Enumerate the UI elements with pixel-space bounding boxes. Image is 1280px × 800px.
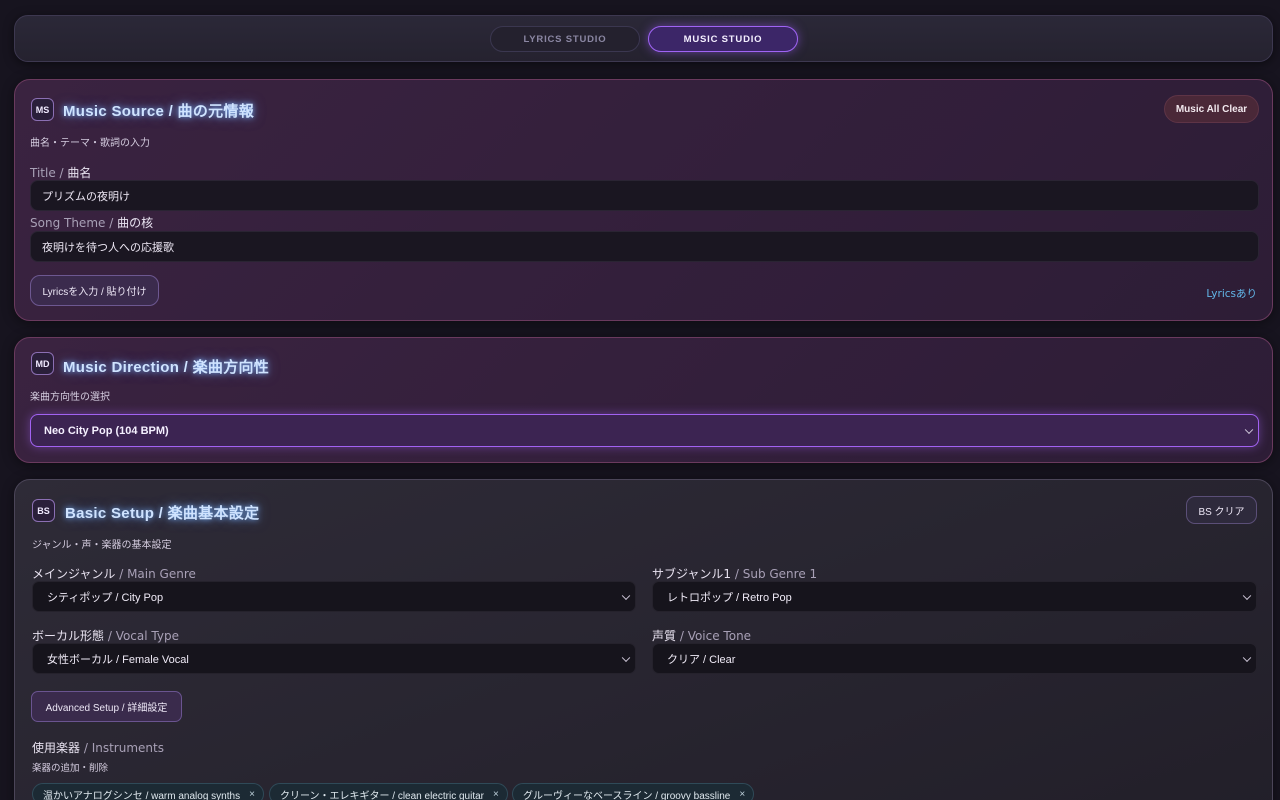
lyrics-input-button[interactable]: Lyricsを入力 / 貼り付け	[30, 275, 159, 306]
sub-genre-label: サブジャンル1 / Sub Genre 1	[652, 567, 818, 581]
basic-setup-title: Basic Setup / 楽曲基本設定	[65, 505, 260, 522]
chevron-down-icon	[621, 653, 631, 662]
bs-clear-button[interactable]: BS クリア	[1186, 496, 1257, 524]
sub-genre-select[interactable]: レトロポップ / Retro Pop	[652, 581, 1257, 612]
music-direction-select[interactable]: Neo City Pop (104 BPM)	[30, 414, 1259, 447]
voice-tone-select[interactable]: クリア / Clear	[652, 643, 1257, 674]
close-icon[interactable]: ×	[249, 789, 255, 800]
sub-genre-value: レトロポップ / Retro Pop	[667, 591, 792, 604]
instruments-label: 使用楽器 / Instruments	[32, 741, 164, 755]
chevron-down-icon	[621, 591, 631, 600]
instrument-chip-label: 温かいアナログシンセ / warm analog synths	[43, 790, 241, 800]
tab-lyrics-studio[interactable]: LYRICS STUDIO	[490, 26, 640, 52]
chevron-down-icon	[1244, 425, 1254, 434]
basic-setup-card: BS Basic Setup / 楽曲基本設定 ジャンル・声・楽器の基本設定 B…	[14, 479, 1273, 800]
music-direction-title: Music Direction / 楽曲方向性	[63, 359, 270, 376]
basic-setup-badge: BS	[32, 499, 55, 522]
chevron-down-icon	[1242, 653, 1252, 662]
music-direction-card: MD Music Direction / 楽曲方向性 楽曲方向性の選択 Neo …	[14, 337, 1273, 463]
chevron-down-icon	[1242, 591, 1252, 600]
music-source-subtitle: 曲名・テーマ・歌詞の入力	[30, 138, 150, 149]
music-source-badge: MS	[31, 98, 54, 121]
music-direction-value: Neo City Pop (104 BPM)	[44, 424, 169, 437]
studio-tab-bar: LYRICS STUDIO MUSIC STUDIO	[14, 15, 1273, 62]
vocal-type-select[interactable]: 女性ボーカル / Female Vocal	[32, 643, 636, 674]
instrument-chip-label: クリーン・エレキギター / clean electric guitar	[280, 790, 484, 800]
voice-tone-value: クリア / Clear	[667, 653, 736, 666]
main-genre-label: メインジャンル / Main Genre	[32, 567, 196, 581]
close-icon[interactable]: ×	[493, 789, 499, 800]
close-icon[interactable]: ×	[739, 789, 745, 800]
theme-field-label: Song Theme / 曲の核	[30, 216, 154, 230]
advanced-setup-button[interactable]: Advanced Setup / 詳細設定	[31, 691, 182, 722]
instruments-subtitle: 楽器の追加・削除	[32, 763, 109, 774]
song-theme-input[interactable]: 夜明けを待つ人への応援歌	[30, 231, 1259, 262]
tab-music-studio[interactable]: MUSIC STUDIO	[648, 26, 798, 52]
main-genre-select[interactable]: シティポップ / City Pop	[32, 581, 636, 612]
instrument-chip: クリーン・エレキギター / clean electric guitar ×	[269, 783, 508, 800]
main-genre-value: シティポップ / City Pop	[47, 591, 164, 604]
music-all-clear-button[interactable]: Music All Clear	[1164, 95, 1259, 123]
music-source-title: Music Source / 曲の元情報	[63, 103, 255, 120]
instrument-chip-label: グルーヴィーなベースライン / groovy bassline	[523, 790, 731, 800]
title-input[interactable]: プリズムの夜明け	[30, 180, 1259, 211]
instrument-chip: 温かいアナログシンセ / warm analog synths ×	[32, 783, 264, 800]
music-source-card: MS Music Source / 曲の元情報 曲名・テーマ・歌詞の入力 Mus…	[14, 79, 1273, 321]
instrument-chip: グルーヴィーなベースライン / groovy bassline ×	[512, 783, 755, 800]
music-direction-badge: MD	[31, 352, 54, 375]
voice-tone-label: 声質 / Voice Tone	[652, 629, 752, 643]
vocal-type-label: ボーカル形態 / Vocal Type	[32, 629, 179, 643]
title-field-label: Title / 曲名	[30, 166, 92, 180]
music-direction-subtitle: 楽曲方向性の選択	[30, 392, 110, 403]
basic-setup-subtitle: ジャンル・声・楽器の基本設定	[32, 540, 172, 551]
vocal-type-value: 女性ボーカル / Female Vocal	[47, 653, 189, 666]
lyrics-status: Lyricsあり	[1206, 288, 1257, 300]
